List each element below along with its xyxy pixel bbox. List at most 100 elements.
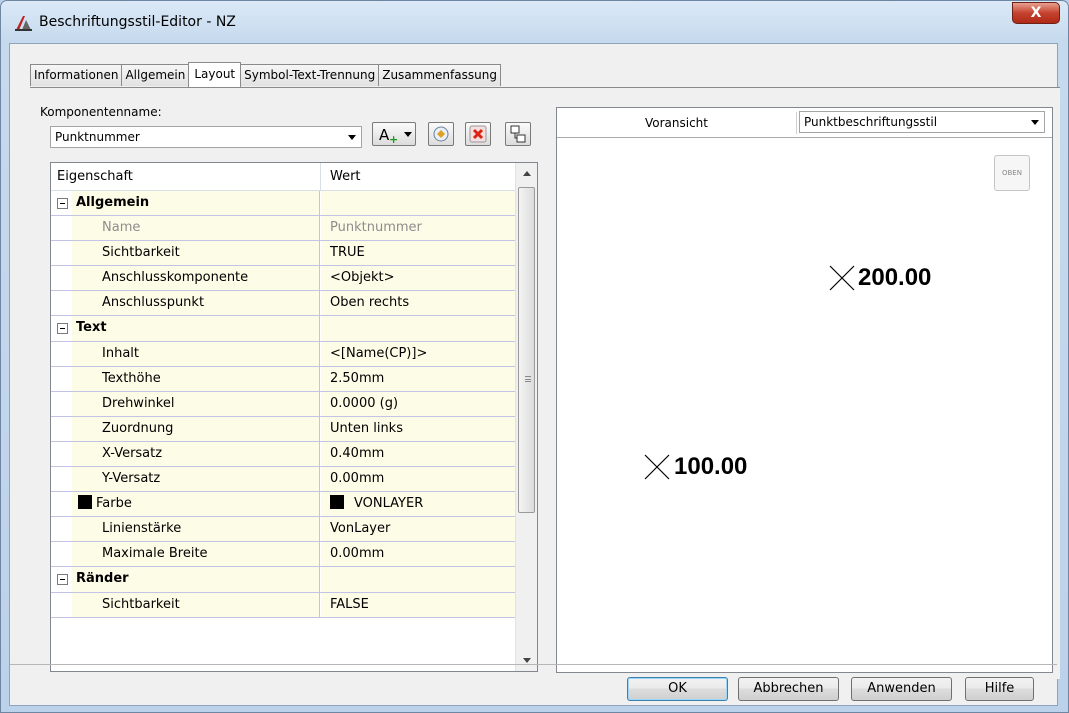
scroll-up-arrow-icon[interactable] (523, 171, 531, 176)
tab-symbol-text-trennung[interactable]: Symbol-Text-Trennung (240, 64, 380, 86)
collapse-icon[interactable] (57, 574, 68, 586)
property-value[interactable]: 2.50mm (321, 366, 516, 391)
property-value-text: Punktnummer (330, 220, 422, 236)
property-value-text: Unten links (330, 420, 403, 436)
property-value[interactable]: <Objekt> (321, 266, 516, 291)
property-value[interactable]: VONLAYER (321, 492, 516, 517)
property-name-text: Maximale Breite (102, 546, 208, 562)
grid-scrollbar[interactable] (515, 163, 537, 671)
property-name-text: Sichtbarkeit (102, 596, 180, 612)
title-bar[interactable]: Beschriftungsstil-Editor - NZ X (1, 1, 1068, 43)
apply-button[interactable]: Anwenden (851, 677, 952, 701)
grid-property-row[interactable]: Maximale Breite 0.00mm (51, 542, 516, 568)
property-value[interactable]: <[Name(CP)]> (321, 341, 516, 366)
scrollbar-thumb[interactable] (518, 187, 535, 513)
point-marker-icon (644, 454, 670, 480)
grid-property-row[interactable]: X-Versatz 0.40mm (51, 441, 516, 468)
ok-button[interactable]: OK (627, 677, 728, 701)
property-value[interactable]: 0.0000 (g) (321, 391, 516, 416)
component-name-value: Punktnummer (55, 130, 140, 144)
collapse-icon[interactable] (57, 323, 68, 335)
property-value-text: 0.0000 (g) (330, 395, 399, 411)
window-title: Beschriftungsstil-Editor - NZ (39, 14, 236, 30)
cancel-button[interactable]: Abbrechen (738, 677, 839, 701)
property-name: Text (72, 316, 320, 341)
property-value[interactable]: TRUE (321, 241, 516, 266)
preview-canvas[interactable]: OBEN 200.00 100.00 (557, 139, 1052, 672)
grid-property-row[interactable]: Name Punktnummer (51, 216, 516, 242)
grid-category-row[interactable]: Allgemein (51, 191, 516, 217)
close-button[interactable]: X (1012, 2, 1060, 24)
grid-property-row[interactable]: Sichtbarkeit TRUE (51, 241, 516, 267)
row-gutter (51, 391, 72, 416)
property-name: Maximale Breite (72, 542, 320, 567)
row-gutter (51, 241, 72, 266)
property-value-text: TRUE (330, 245, 365, 261)
svg-text:+: + (389, 133, 398, 145)
property-name: Texthöhe (72, 366, 320, 391)
grid-property-row[interactable]: Inhalt <[Name(CP)]> (51, 341, 516, 367)
scroll-down-arrow-icon[interactable] (523, 658, 531, 663)
preview-header: Voransicht Punktbeschriftungsstil (557, 108, 1052, 138)
property-value-text: FALSE (330, 596, 369, 612)
property-value[interactable]: FALSE (321, 592, 516, 617)
tab-allgemein[interactable]: Allgemein (121, 64, 190, 86)
copy-component-button[interactable] (428, 122, 454, 146)
grid-category-row[interactable]: Ränder (51, 567, 516, 593)
view-top-button[interactable]: OBEN (994, 155, 1030, 191)
tab-informationen[interactable]: Informationen (30, 64, 123, 86)
grid-property-row[interactable]: Texthöhe 2.50mm (51, 366, 516, 392)
point-marker-icon (829, 265, 855, 291)
tab-layout[interactable]: Layout (188, 62, 242, 87)
color-swatch-icon (330, 495, 344, 510)
preview-label: Voransicht (557, 112, 797, 134)
property-name-text: Anschlusspunkt (102, 295, 205, 311)
property-name: Anschlusspunkt (72, 291, 320, 316)
grid-property-row[interactable]: Y-Versatz 0.00mm (51, 467, 516, 493)
property-name-text: Linienstärke (102, 521, 182, 537)
component-name-select[interactable]: Punktnummer (50, 126, 362, 148)
point-label: 200.00 (858, 264, 932, 291)
help-button[interactable]: Hilfe (965, 677, 1034, 701)
component-order-button[interactable] (505, 122, 531, 146)
property-value[interactable]: 0.00mm (321, 542, 516, 567)
grid-property-row[interactable]: Anschlusspunkt Oben rechts (51, 291, 516, 317)
property-value[interactable]: Oben rechts (321, 291, 516, 316)
grid-property-row[interactable]: Drehwinkel 0.0000 (g) (51, 391, 516, 417)
dialog-client: Informationen Allgemein Layout Symbol-Text-… (9, 43, 1060, 707)
property-value[interactable]: 0.00mm (321, 467, 516, 492)
row-gutter (51, 492, 72, 517)
property-name-text: Texthöhe (102, 370, 161, 386)
row-gutter (51, 366, 72, 391)
property-value-text: 0.40mm (330, 445, 385, 461)
chevron-down-icon (348, 135, 356, 140)
property-value[interactable]: VonLayer (321, 517, 516, 542)
property-name-text: Ränder (76, 571, 129, 587)
preview-panel: Voransicht Punktbeschriftungsstil OBEN 2… (556, 107, 1053, 673)
property-name: Inhalt (72, 341, 320, 366)
property-value-text: Oben rechts (330, 295, 410, 311)
grid-property-row[interactable]: Sichtbarkeit FALSE (51, 592, 516, 618)
grid-property-row[interactable]: Zuordnung Unten links (51, 416, 516, 442)
property-value[interactable]: Unten links (321, 416, 516, 441)
property-value-text: <Objekt> (330, 270, 395, 286)
delete-component-button[interactable] (465, 122, 491, 146)
property-value-text: <[Name(CP)]> (330, 345, 428, 361)
grid-property-row[interactable]: Anschlusskomponente <Objekt> (51, 266, 516, 292)
dialog-buttons: OK Abbrechen Anwenden Hilfe (10, 664, 1057, 707)
property-name: Zuordnung (72, 416, 320, 441)
point-label: 100.00 (674, 453, 748, 480)
property-value[interactable]: 0.40mm (321, 441, 516, 467)
preview-style-select[interactable]: Punktbeschriftungsstil (799, 111, 1045, 133)
add-text-component-button[interactable]: A + (372, 122, 416, 146)
property-name-text: Zuordnung (102, 420, 174, 436)
tab-zusammenfassung[interactable]: Zusammenfassung (378, 64, 501, 86)
grid-header: Eigenschaft Wert (51, 163, 516, 191)
property-name: Allgemein (72, 191, 320, 216)
grid-property-row[interactable]: Farbe VONLAYER (51, 492, 516, 518)
grid-category-row[interactable]: Text (51, 316, 516, 342)
grid-property-row[interactable]: Linienstärke VonLayer (51, 517, 516, 543)
column-header-property: Eigenschaft (57, 169, 133, 184)
property-value (321, 316, 516, 341)
collapse-icon[interactable] (57, 198, 68, 209)
